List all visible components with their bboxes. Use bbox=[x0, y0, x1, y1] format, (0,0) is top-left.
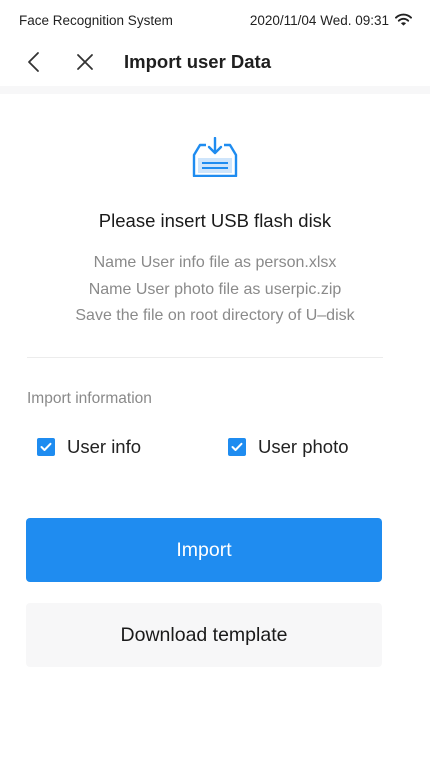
app-name: Face Recognition System bbox=[19, 12, 173, 28]
insert-usb-heading: Please insert USB flash disk bbox=[98, 210, 332, 231]
download-template-button[interactable]: Download template bbox=[26, 603, 382, 667]
close-icon bbox=[77, 54, 93, 70]
datetime: 2020/11/04 Wed. 09:31 bbox=[249, 12, 389, 28]
header-separator bbox=[0, 86, 430, 94]
status-bar: Face Recognition System 2020/11/04 Wed. … bbox=[0, 0, 430, 40]
user-photo-checkbox[interactable]: User photo bbox=[228, 436, 349, 458]
page-title: Import user Data bbox=[124, 51, 272, 72]
nav-bar: Import user Data bbox=[0, 40, 430, 84]
hint-user-info-file: Name User info file as person.xlsx bbox=[93, 254, 337, 271]
user-photo-label: User photo bbox=[258, 436, 349, 457]
back-button[interactable] bbox=[20, 49, 46, 75]
usb-import-icon bbox=[192, 137, 238, 177]
wifi-icon bbox=[395, 13, 412, 26]
user-info-label: User info bbox=[67, 436, 142, 457]
divider bbox=[27, 357, 383, 358]
checkbox-checked-icon bbox=[37, 438, 55, 456]
chevron-left-icon bbox=[28, 52, 39, 72]
checkbox-checked-icon bbox=[228, 438, 246, 456]
close-button[interactable] bbox=[72, 49, 98, 75]
import-button[interactable]: Import bbox=[26, 518, 382, 582]
hint-root-directory: Save the file on root directory of U–dis… bbox=[75, 307, 355, 324]
hint-user-photo-file: Name User photo file as userpic.zip bbox=[88, 281, 342, 298]
user-info-checkbox[interactable]: User info bbox=[37, 436, 141, 458]
import-information-label: Import information bbox=[27, 390, 152, 407]
status-right: 2020/11/04 Wed. 09:31 bbox=[250, 13, 412, 28]
